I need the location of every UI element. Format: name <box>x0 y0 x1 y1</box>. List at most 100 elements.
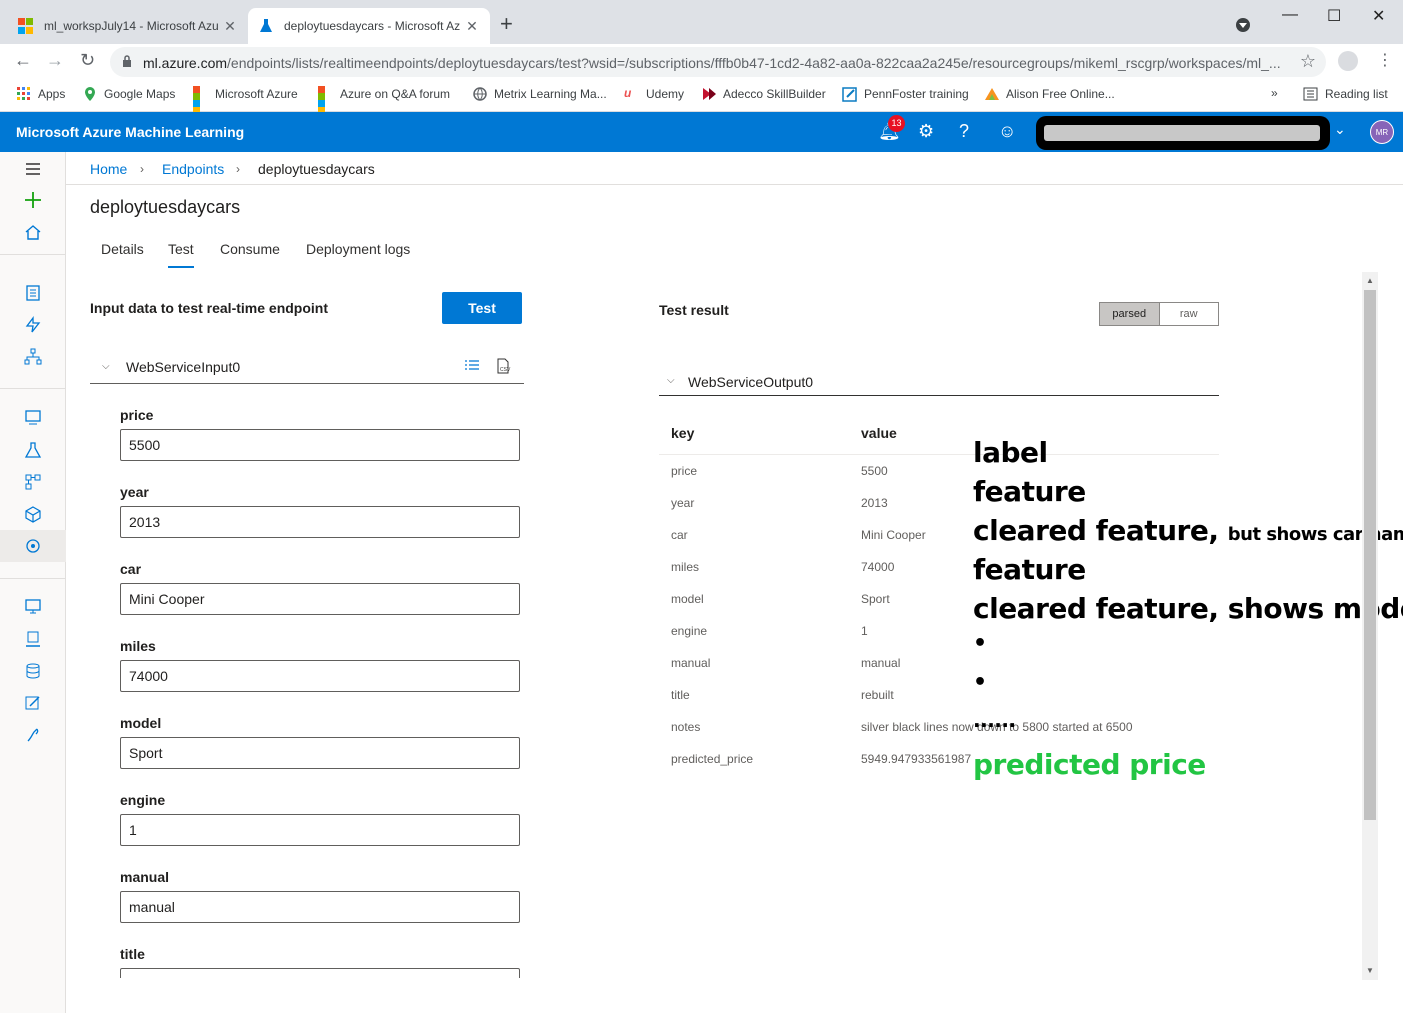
pipelines-icon[interactable] <box>24 473 42 491</box>
automated-ml-icon[interactable] <box>24 316 42 334</box>
hamburger-menu-icon[interactable] <box>24 160 42 178</box>
test-button[interactable]: Test <box>442 292 522 324</box>
feedback-smiley-icon[interactable]: ☺ <box>998 121 1016 142</box>
input-heading: Input data to test real-time endpoint <box>90 300 329 316</box>
tab-search-icon[interactable] <box>1236 18 1250 32</box>
reading-list-button[interactable]: Reading list <box>1303 86 1388 102</box>
chevron-down-icon[interactable]: ⌵ <box>667 375 675 386</box>
rail-separator <box>0 388 66 389</box>
input-group-header[interactable]: ⌵ WebServiceInput0 CSV <box>90 352 524 384</box>
breadcrumb-home[interactable]: Home <box>90 161 127 177</box>
endpoints-icon[interactable] <box>24 537 42 555</box>
miles-input[interactable] <box>120 660 520 692</box>
redacted-account-bar <box>1044 125 1320 141</box>
minimize-icon[interactable]: — <box>1282 6 1298 24</box>
scrollbar-thumb[interactable] <box>1364 290 1376 820</box>
help-icon[interactable]: ? <box>959 121 969 142</box>
home-icon[interactable] <box>24 223 42 241</box>
profile-avatar-icon[interactable] <box>1338 51 1358 71</box>
engine-input[interactable] <box>120 814 520 846</box>
bookmark-apps[interactable]: Apps <box>16 86 65 102</box>
csv-file-icon[interactable]: CSV <box>495 358 511 374</box>
row-key: price <box>671 464 698 478</box>
environments-icon[interactable] <box>24 630 42 648</box>
close-tab-icon[interactable]: ✕ <box>222 18 238 35</box>
model-input[interactable] <box>120 737 520 769</box>
row-key: year <box>671 496 695 510</box>
back-icon[interactable]: ← <box>14 50 32 71</box>
toggle-parsed[interactable]: parsed <box>1100 303 1160 325</box>
tab-deployment-logs[interactable]: Deployment logs <box>306 241 410 257</box>
chevron-down-icon[interactable]: ⌄ <box>1334 121 1346 138</box>
create-new-icon[interactable] <box>24 191 42 209</box>
new-tab-button[interactable]: + <box>500 13 513 35</box>
bookmark-adecco[interactable]: Adecco SkillBuilder <box>701 86 826 102</box>
datastores-icon[interactable] <box>24 662 42 680</box>
table-row: title rebuilt <box>671 688 1231 720</box>
bookmark-microsoft-azure[interactable]: Microsoft Azure <box>193 86 298 114</box>
annotation-bullet: • <box>973 670 987 695</box>
field-label-title: title <box>120 946 145 962</box>
output-group-header[interactable]: ⌵ WebServiceOutput0 <box>659 368 1219 396</box>
bookmark-star-icon[interactable]: ☆ <box>1300 51 1316 72</box>
designer-icon[interactable] <box>24 348 42 366</box>
field-label-year: year <box>120 484 149 500</box>
bookmark-pennfoster[interactable]: PennFoster training <box>842 86 969 102</box>
bookmark-udemy[interactable]: u Udemy <box>624 86 684 102</box>
field-label-manual: manual <box>120 869 170 885</box>
browser-tab-workspace[interactable]: ml_workspJuly14 - Microsoft Azu ✕ <box>8 8 248 44</box>
gear-icon[interactable]: ⚙ <box>918 121 934 142</box>
table-row: engine 1 <box>671 624 1231 656</box>
close-tab-icon[interactable]: ✕ <box>464 18 480 35</box>
manual-input[interactable] <box>120 891 520 923</box>
scroll-up-icon[interactable]: ▲ <box>1366 276 1374 285</box>
user-avatar[interactable]: MR <box>1370 120 1394 144</box>
data-labeling-icon[interactable] <box>24 694 42 712</box>
maximize-icon[interactable]: ☐ <box>1327 6 1341 26</box>
bookmark-azure-qa[interactable]: Azure on Q&A forum <box>318 86 450 114</box>
close-window-icon[interactable]: ✕ <box>1372 6 1385 26</box>
rail-separator <box>0 578 66 579</box>
bookmark-alison[interactable]: Alison Free Online... <box>984 86 1115 102</box>
scroll-down-icon[interactable]: ▼ <box>1366 966 1374 975</box>
tab-consume[interactable]: Consume <box>220 241 280 257</box>
title-input[interactable] <box>120 968 520 978</box>
row-value: 5949.947933561987 <box>861 752 972 766</box>
app-brand[interactable]: Microsoft Azure Machine Learning <box>16 124 244 140</box>
account-selector[interactable] <box>1036 116 1330 150</box>
year-input[interactable] <box>120 506 520 538</box>
compute-icon[interactable] <box>24 598 42 616</box>
chevron-down-icon[interactable]: ⌵ <box>102 361 110 372</box>
toggle-raw[interactable]: raw <box>1159 303 1218 325</box>
svg-text:CSV: CSV <box>500 367 511 373</box>
reload-icon[interactable]: ↻ <box>80 50 95 71</box>
browser-tab-deploytuesdaycars[interactable]: deploytuesdaycars - Microsoft Az ✕ <box>248 8 490 44</box>
tab-test[interactable]: Test <box>168 241 194 257</box>
models-cube-icon[interactable] <box>24 505 42 523</box>
row-key: engine <box>671 624 708 638</box>
address-bar[interactable]: ml.azure.com/endpoints/lists/realtimeend… <box>110 47 1326 77</box>
field-label-price: price <box>120 407 154 423</box>
menu-kebab-icon[interactable]: ⋮ <box>1377 50 1393 70</box>
bookmark-metrix[interactable]: Metrix Learning Ma... <box>472 86 607 102</box>
annotation-dots: ...... <box>973 708 1016 732</box>
datasets-icon[interactable] <box>24 408 42 426</box>
tab-title: ml_workspJuly14 - Microsoft Azu <box>44 19 219 33</box>
bookmark-google-maps[interactable]: Google Maps <box>82 86 175 102</box>
table-row: miles 74000 <box>671 560 1231 592</box>
tab-details[interactable]: Details <box>101 241 144 257</box>
microsoft-logo-icon <box>318 86 334 114</box>
list-view-icon[interactable] <box>464 358 480 374</box>
row-value: Sport <box>861 592 890 606</box>
row-key: title <box>671 688 690 702</box>
experiments-flask-icon[interactable] <box>24 441 42 459</box>
result-view-toggle[interactable]: parsed raw <box>1099 302 1219 326</box>
price-input[interactable] <box>120 429 520 461</box>
linked-services-icon[interactable] <box>24 726 42 744</box>
notebooks-icon[interactable] <box>24 284 42 302</box>
car-input[interactable] <box>120 583 520 615</box>
map-pin-icon <box>82 86 98 102</box>
bookmarks-overflow-icon[interactable]: » <box>1271 86 1278 100</box>
breadcrumb-endpoints[interactable]: Endpoints <box>162 161 224 177</box>
forward-icon[interactable]: → <box>46 50 64 71</box>
